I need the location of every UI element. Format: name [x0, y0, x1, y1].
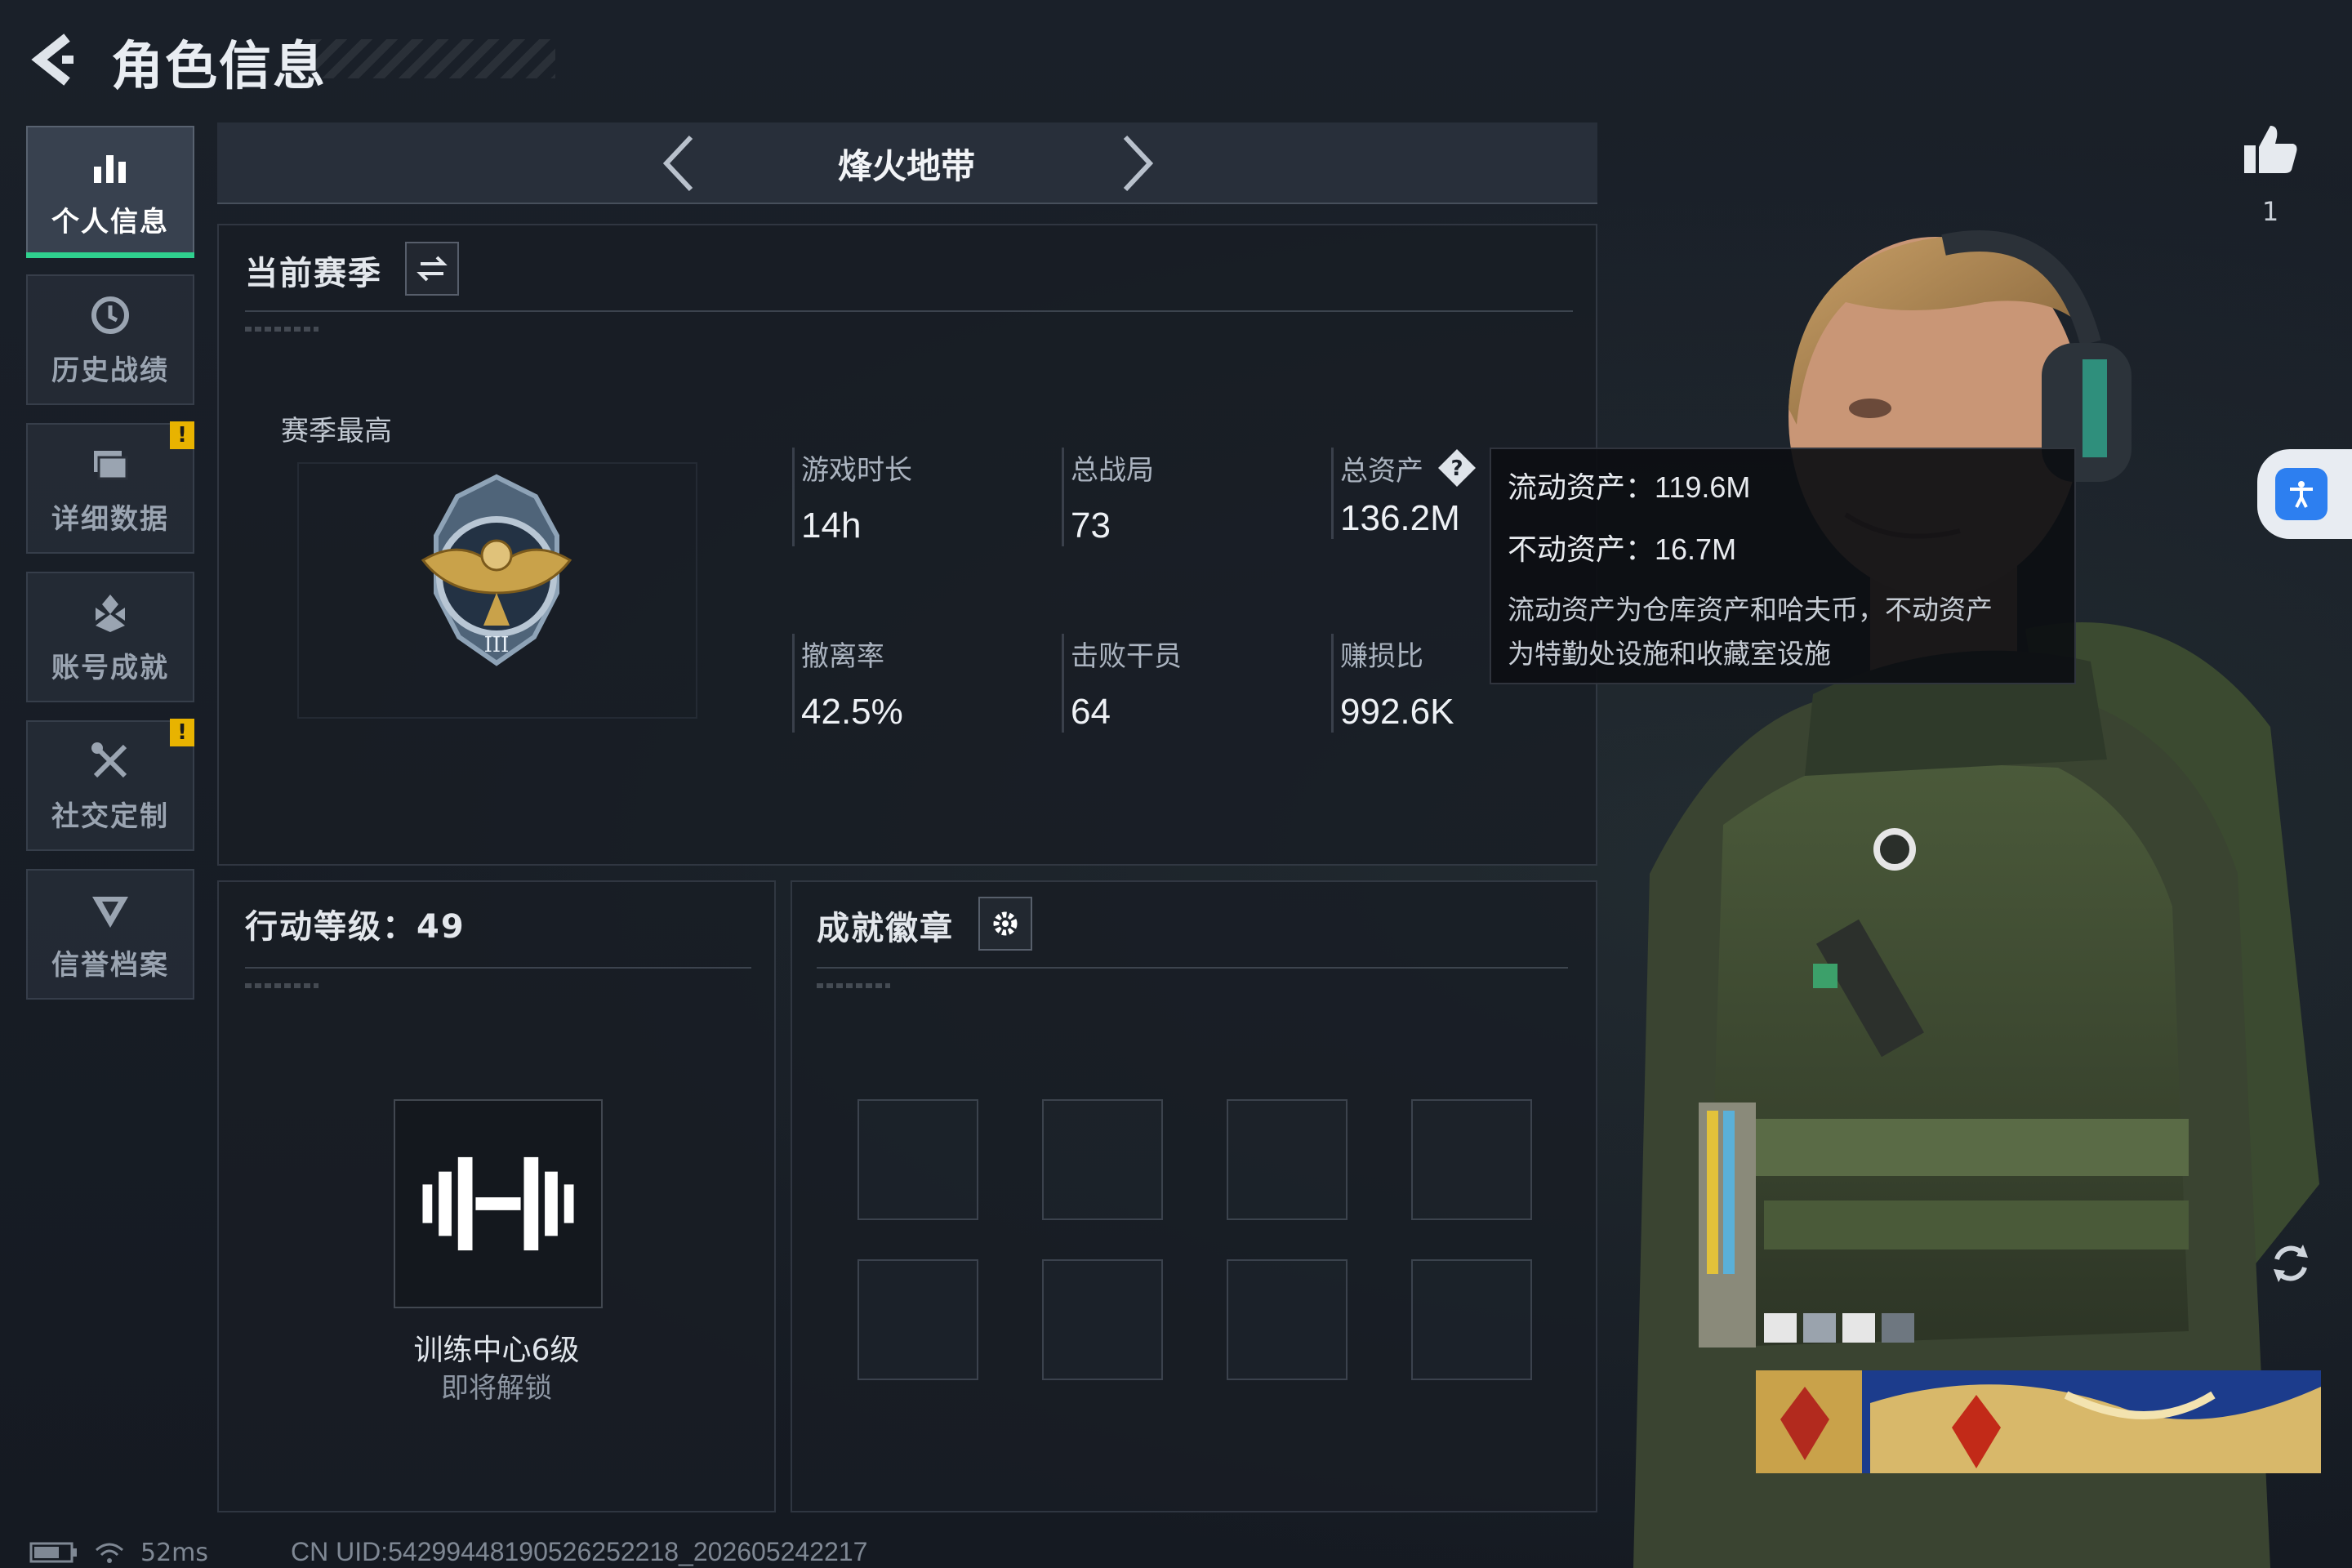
badge-slot[interactable]: [1411, 1099, 1532, 1220]
stat-label: 总战局: [1071, 454, 1154, 487]
accessibility-icon: [2275, 468, 2328, 520]
badges-settings-button[interactable]: [978, 897, 1032, 951]
ping-text: 52ms: [140, 1538, 209, 1567]
sidebar-item-social-custom[interactable]: 社交定制 !: [26, 719, 194, 851]
wifi-icon: [96, 1543, 123, 1563]
stat-label: 总资产: [1340, 454, 1423, 488]
section-divider: [245, 310, 1573, 312]
page-title: 角色信息: [111, 37, 327, 97]
unlock-status: 即将解锁: [441, 1372, 552, 1405]
sidebar-item-label: 个人信息: [51, 205, 169, 238]
section-decoration: [817, 983, 890, 988]
sidebar-item-label: 账号成就: [51, 651, 169, 684]
season-title: 当前赛季: [245, 255, 382, 292]
shield-credit-icon: [92, 896, 128, 928]
tools-icon: [91, 742, 127, 777]
switch-season-button[interactable]: [405, 242, 459, 296]
season-panel: 当前赛季 赛季最高 III 游戏时长 14h 总战局 73 总资产 ? 136.…: [217, 224, 1597, 866]
dumbbell-icon: [422, 1156, 574, 1251]
badge-slot[interactable]: [858, 1099, 978, 1220]
stat-value: 992.6K: [1340, 692, 1454, 732]
badge-slot[interactable]: [1042, 1099, 1163, 1220]
sidebar-item-label: 历史战绩: [51, 354, 169, 387]
section-decoration: [245, 327, 318, 332]
achievement-icon: [96, 594, 125, 632]
sidebar-item-label: 社交定制: [51, 800, 169, 833]
assets-description-line-2: 为特勤处设施和收藏室设施: [1508, 638, 1831, 670]
assets-tooltip: 流动资产：119.6M 不动资产：16.7M 流动资产为仓库资产和哈夫币，不动资…: [1490, 448, 2076, 684]
stat-profit-loss-ratio: 赚损比 992.6K: [1331, 634, 1454, 733]
section-divider: [817, 967, 1568, 969]
sidebar-item-credit-profile[interactable]: 信誉档案: [26, 869, 194, 1000]
alert-badge: !: [170, 719, 194, 746]
stat-label: 游戏时长: [801, 454, 912, 487]
achievement-badges-panel: 成就徽章: [791, 880, 1597, 1512]
swap-icon: [416, 256, 448, 282]
fixed-assets-text: 不动资产：16.7M: [1508, 532, 1737, 566]
unlock-name: 训练中心6级: [413, 1334, 580, 1367]
sidebar-item-label: 信誉档案: [51, 948, 169, 982]
sidebar-item-personal-info[interactable]: 个人信息: [26, 126, 194, 258]
sidebar-item-history[interactable]: 历史战绩: [26, 274, 194, 405]
thumbs-up-icon[interactable]: [2241, 119, 2300, 178]
badge-slot[interactable]: [858, 1259, 978, 1380]
svg-text:III: III: [484, 633, 510, 657]
battery-icon: [29, 1542, 77, 1563]
stat-value: 73: [1071, 506, 1111, 546]
clock-history-icon: [91, 296, 129, 334]
back-arrow-icon[interactable]: [24, 31, 90, 88]
rotate-icon[interactable]: [2262, 1235, 2319, 1292]
stat-label: 撤离率: [801, 640, 884, 673]
badge-slot[interactable]: [1042, 1259, 1163, 1380]
nameplate-card: [1756, 1313, 2321, 1473]
alert-badge: !: [170, 421, 194, 449]
stat-extract-rate: 撤离率 42.5%: [792, 634, 903, 733]
section-decoration: [245, 983, 318, 988]
accessibility-button[interactable]: [2257, 449, 2352, 539]
stat-value: 64: [1071, 692, 1111, 732]
prev-mode-arrow-icon[interactable]: [655, 132, 704, 194]
stat-value: 136.2M: [1340, 498, 1460, 538]
badges-title: 成就徽章: [817, 910, 954, 947]
sidebar-item-achievements[interactable]: 账号成就: [26, 572, 194, 702]
sidebar-item-detailed-data[interactable]: 详细数据 !: [26, 421, 194, 554]
bar-chart-icon: [94, 154, 126, 183]
help-icon[interactable]: ?: [1437, 448, 1477, 488]
section-divider: [245, 967, 751, 969]
status-bar: 52ms: [29, 1537, 208, 1568]
rank-medal-icon: III: [390, 470, 603, 683]
stat-total-assets: 总资产 ? 136.2M: [1331, 448, 1477, 539]
action-level-title: 行动等级：49: [245, 908, 466, 946]
badge-slot[interactable]: [1411, 1259, 1532, 1380]
sidebar-item-label: 详细数据: [51, 502, 169, 536]
season-best-label: 赛季最高: [281, 415, 392, 448]
stat-value: 42.5%: [801, 692, 903, 732]
mode-title: 烽火地带: [837, 146, 975, 186]
badge-slot[interactable]: [1227, 1099, 1348, 1220]
folder-icon: [94, 450, 128, 479]
stat-operators-defeated: 击败干员 64: [1062, 634, 1182, 733]
uid-text: CN UID:5429944819052625​2218_20260524221…: [291, 1537, 868, 1566]
stat-label: 赚损比: [1340, 640, 1423, 673]
title-decoration: [310, 39, 555, 78]
stat-total-matches: 总战局 73: [1062, 448, 1154, 546]
unlock-tile[interactable]: [394, 1099, 603, 1308]
assets-description-line-1: 流动资产为仓库资产和哈夫币，不动资产: [1508, 594, 1993, 626]
action-level-panel: 行动等级：49 训练中心6级 即将解锁: [217, 880, 776, 1512]
next-mode-arrow-icon[interactable]: [1112, 132, 1161, 194]
badge-slot[interactable]: [1227, 1259, 1348, 1380]
liquid-assets-text: 流动资产：119.6M: [1508, 470, 1751, 504]
stat-value: 14h: [801, 506, 862, 546]
stat-play-time: 游戏时长 14h: [792, 448, 912, 546]
like-count: 1: [2261, 196, 2279, 227]
svg-text:?: ?: [1450, 457, 1463, 481]
gear-icon: [993, 911, 1018, 936]
stat-label: 击败干员: [1071, 640, 1182, 673]
